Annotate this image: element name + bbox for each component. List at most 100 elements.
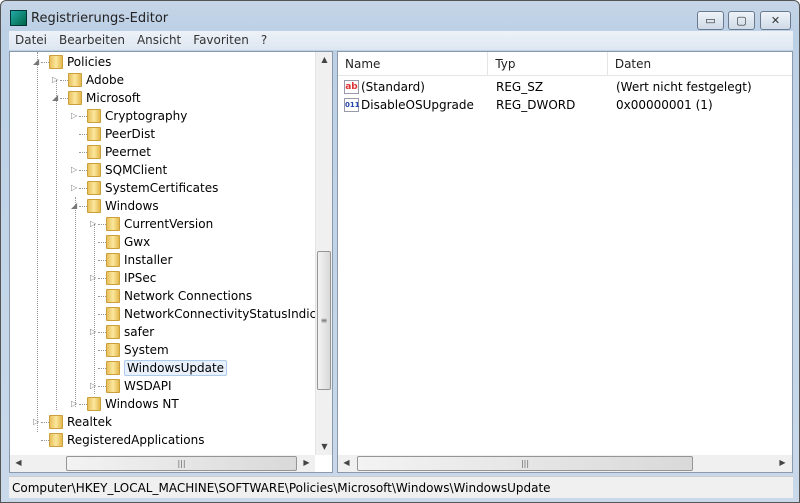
tree-node[interactable]: Installer bbox=[10, 251, 315, 269]
tree-node-label: Gwx bbox=[124, 235, 151, 249]
tree-connector bbox=[98, 224, 106, 225]
tree-node[interactable]: System bbox=[10, 341, 315, 359]
maximize-button[interactable]: ▢ bbox=[728, 11, 755, 30]
registry-editor-window: Registrierungs-Editor ▭ ▢ ✕ Datei Bearbe… bbox=[0, 0, 800, 503]
folder-icon bbox=[87, 199, 101, 213]
menu-favoriten[interactable]: Favoriten bbox=[187, 31, 255, 50]
folder-icon bbox=[49, 55, 63, 69]
tree-connector bbox=[79, 170, 87, 171]
string-value-icon: ab bbox=[344, 80, 359, 94]
folder-icon bbox=[106, 307, 120, 321]
tree-node-label: Cryptography bbox=[105, 109, 188, 123]
tree-node-label: Peernet bbox=[105, 145, 151, 159]
tree-connector bbox=[98, 386, 106, 387]
scroll-right-arrow-icon[interactable]: ▶ bbox=[774, 458, 791, 467]
folder-icon bbox=[106, 379, 120, 393]
tree-node[interactable]: ▷ IPSec bbox=[10, 269, 315, 287]
tree-vertical-scrollbar[interactable]: ▲ ≡ ▼ bbox=[315, 52, 332, 455]
scroll-right-arrow-icon[interactable]: ▶ bbox=[298, 458, 315, 467]
close-button[interactable]: ✕ bbox=[760, 11, 791, 30]
tree-node-label: SQMClient bbox=[105, 163, 168, 177]
tree-node[interactable]: Gwx bbox=[10, 233, 315, 251]
tree-node[interactable]: WindowsUpdate bbox=[10, 359, 315, 377]
tree-connector bbox=[98, 242, 106, 243]
tree-connector bbox=[98, 278, 106, 279]
window-title: Registrierungs-Editor bbox=[31, 11, 169, 26]
registry-key-tree[interactable]: RegisteredApplications ▷ Realtek ▷ Windows N… bbox=[9, 51, 333, 473]
tree-node-label: Installer bbox=[124, 253, 173, 267]
tree-node-label: SystemCertificates bbox=[105, 181, 219, 195]
menu-datei[interactable]: Datei bbox=[9, 31, 53, 50]
tree-node-label: WindowsUpdate bbox=[124, 360, 228, 376]
tree-node-label: System bbox=[124, 343, 169, 357]
value-data: (Wert nicht festgelegt) bbox=[616, 80, 752, 94]
tree-node[interactable]: ▷ safer bbox=[10, 323, 315, 341]
tree-node[interactable]: ▷ Adobe bbox=[10, 71, 315, 89]
tree-node-label: safer bbox=[124, 325, 155, 339]
column-data[interactable]: Daten bbox=[608, 52, 792, 76]
tree-node[interactable]: ▷ Cryptography bbox=[10, 107, 315, 125]
tree-connector bbox=[98, 332, 106, 333]
menu-bearbeiten[interactable]: Bearbeiten bbox=[53, 31, 131, 50]
values-horizontal-scrollbar[interactable]: ◀ ||| ▶ bbox=[338, 455, 792, 472]
value-type: REG_DWORD bbox=[496, 98, 576, 112]
tree-connector bbox=[98, 314, 106, 315]
column-type[interactable]: Typ bbox=[488, 52, 608, 76]
tree-node[interactable]: ◢ Windows bbox=[10, 197, 315, 215]
tree-connector bbox=[79, 188, 87, 189]
tree-connector bbox=[98, 368, 106, 369]
folder-icon bbox=[87, 397, 101, 411]
scroll-left-arrow-icon[interactable]: ◀ bbox=[10, 458, 27, 467]
column-name[interactable]: Name bbox=[338, 52, 489, 76]
regedit-app-icon bbox=[10, 10, 27, 26]
tree-node[interactable]: ▷ Realtek bbox=[10, 413, 315, 431]
folder-icon bbox=[87, 109, 101, 123]
folder-icon bbox=[49, 415, 63, 429]
minimize-button[interactable]: ▭ bbox=[697, 11, 724, 30]
tree-node[interactable]: ▷ WSDAPI bbox=[10, 377, 315, 395]
tree-node-label: RegisteredApplications bbox=[67, 433, 205, 447]
scrollbar-thumb[interactable]: ≡ bbox=[317, 251, 331, 390]
tree-node[interactable]: Network Connections bbox=[10, 287, 315, 305]
scroll-left-arrow-icon[interactable]: ◀ bbox=[338, 458, 355, 467]
folder-icon bbox=[87, 127, 101, 141]
tree-node[interactable]: RegisteredApplications bbox=[10, 431, 315, 449]
tree-node-label: CurrentVersion bbox=[124, 217, 214, 231]
values-pane[interactable]: Name Typ Daten ab (Standard) REG_SZ (Wer… bbox=[337, 51, 793, 473]
tree-connector bbox=[98, 260, 106, 261]
tree-horizontal-scrollbar[interactable]: ◀ ||| ▶ bbox=[10, 455, 315, 472]
menu-ansicht[interactable]: Ansicht bbox=[131, 31, 187, 50]
scrollbar-thumb[interactable]: ||| bbox=[66, 456, 297, 471]
tree-connector bbox=[98, 296, 106, 297]
menu-help[interactable]: ? bbox=[255, 31, 273, 50]
tree-node-label: Realtek bbox=[67, 415, 112, 429]
scroll-down-arrow-icon[interactable]: ▼ bbox=[316, 442, 332, 451]
value-name: (Standard) bbox=[361, 80, 425, 94]
tree-node[interactable]: NetworkConnectivityStatusIndicator bbox=[10, 305, 332, 323]
tree-node[interactable]: ▷ Windows NT bbox=[10, 395, 315, 413]
tree-node-label: Windows bbox=[105, 199, 159, 213]
folder-icon bbox=[87, 145, 101, 159]
scroll-up-arrow-icon[interactable]: ▲ bbox=[316, 55, 332, 64]
scrollbar-thumb[interactable]: ||| bbox=[357, 456, 693, 471]
column-header: Name Typ Daten bbox=[338, 52, 792, 76]
tree-node-label: PeerDist bbox=[105, 127, 156, 141]
tree-connector bbox=[79, 404, 87, 405]
folder-icon bbox=[106, 271, 120, 285]
tree-node[interactable]: ▷ SQMClient bbox=[10, 161, 315, 179]
folder-icon bbox=[68, 91, 82, 105]
tree-node-label: Microsoft bbox=[86, 91, 141, 105]
tree-node[interactable]: ◢ Microsoft bbox=[10, 89, 315, 107]
folder-icon bbox=[106, 289, 120, 303]
tree-node[interactable]: ▷ CurrentVersion bbox=[10, 215, 315, 233]
tree-node[interactable]: PeerDist bbox=[10, 125, 315, 143]
tree-node[interactable]: ◢ Policies bbox=[10, 53, 315, 71]
binary-value-icon: 011 bbox=[344, 98, 360, 112]
folder-icon bbox=[87, 163, 101, 177]
folder-icon bbox=[106, 343, 120, 357]
tree-node[interactable]: Peernet bbox=[10, 143, 315, 161]
tree-node[interactable]: ▷ SystemCertificates bbox=[10, 179, 315, 197]
tree-node-label: Policies bbox=[67, 55, 112, 69]
tree-node-label: NetworkConnectivityStatusIndicator bbox=[124, 307, 333, 321]
folder-icon bbox=[106, 217, 120, 231]
